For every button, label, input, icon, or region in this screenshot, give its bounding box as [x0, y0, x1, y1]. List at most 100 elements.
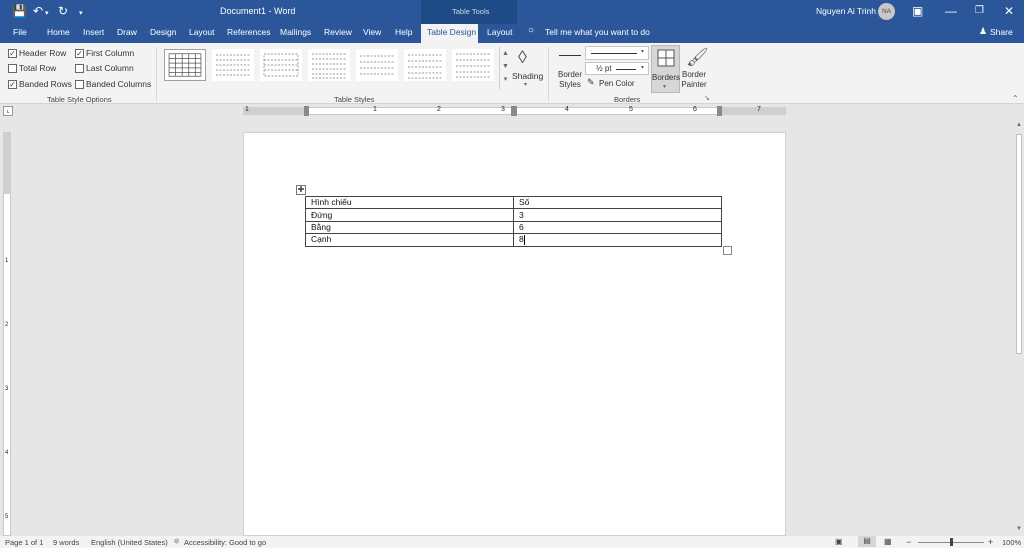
page-count[interactable]: Page 1 of 1	[5, 538, 43, 547]
tab-review[interactable]: Review	[324, 27, 352, 37]
table-cell[interactable]: Bằng	[305, 220, 514, 235]
redo-icon[interactable]: ↻	[58, 4, 68, 18]
shading-button[interactable]: Shading	[512, 71, 543, 81]
right-column-marker[interactable]	[717, 106, 722, 116]
borders-dialog-launcher-icon[interactable]: ↘	[704, 94, 710, 102]
banded-rows-label: Banded Rows	[19, 79, 72, 89]
table-style-grid-selected[interactable]	[164, 49, 206, 81]
minimize-icon[interactable]: —	[945, 4, 957, 18]
table-row: Cạnh 8	[305, 233, 722, 247]
tab-references[interactable]: References	[227, 27, 270, 37]
accessibility-status[interactable]: Accessibility: Good to go	[184, 538, 266, 547]
table-cell[interactable]: 3	[513, 208, 722, 222]
table-style-plain-5[interactable]	[404, 49, 446, 81]
document-table[interactable]: Hình chiếu Số Đứng 3 Bằng 6 Cạnh 8	[305, 195, 722, 247]
shading-dropdown-icon[interactable]: ▾	[524, 81, 527, 88]
scroll-up-icon[interactable]: ▲	[1016, 122, 1022, 128]
table-resize-handle[interactable]	[723, 246, 732, 255]
read-mode-icon[interactable]: ▣	[835, 537, 843, 546]
tab-selector-icon[interactable]: ⌞	[3, 106, 13, 116]
restore-icon[interactable]: ❐	[975, 4, 984, 18]
border-painter-button[interactable]: Border Painter	[681, 70, 707, 90]
shading-bucket-icon[interactable]: ◊	[518, 47, 527, 68]
line-style-select[interactable]: ▾	[585, 46, 649, 60]
table-cell[interactable]: Hình chiếu	[305, 195, 514, 210]
table-style-plain-1[interactable]	[212, 49, 254, 81]
borders-dropdown-icon[interactable]: ▾	[663, 83, 666, 90]
scrollbar-thumb[interactable]	[1016, 134, 1022, 354]
zoom-level[interactable]: 100%	[1002, 538, 1021, 547]
tab-table-design-active[interactable]: Table Design	[421, 24, 478, 43]
scroll-down-icon[interactable]: ▼	[1016, 526, 1022, 532]
print-layout-icon[interactable]: ▤	[858, 536, 876, 547]
table-cell[interactable]: Số	[513, 195, 722, 210]
gallery-scroll-controls[interactable]: ▲ ▼ ▾	[499, 47, 511, 89]
table-style-plain-3[interactable]	[308, 49, 350, 81]
table-cell[interactable]: 6	[513, 220, 722, 235]
tab-layout[interactable]: Layout	[189, 27, 215, 37]
lightbulb-icon: ○	[528, 25, 535, 36]
undo-icon[interactable]: ↶	[33, 4, 43, 18]
vruler-top-margin	[3, 132, 11, 194]
tab-file[interactable]: File	[13, 27, 27, 37]
table-style-plain-4[interactable]	[356, 49, 398, 81]
ruler-num: 7	[757, 106, 761, 113]
user-name[interactable]: Nguyen Ai Trinh	[816, 6, 876, 16]
line-weight-select[interactable]: ½ pt ▾	[585, 62, 649, 75]
tab-draw[interactable]: Draw	[117, 27, 137, 37]
banded-rows-checkbox[interactable]: ✓	[8, 80, 17, 89]
zoom-in-icon[interactable]: +	[988, 537, 993, 547]
line-style-dropdown-icon[interactable]: ▾	[641, 48, 644, 55]
undo-dropdown-icon[interactable]: ▾	[45, 7, 49, 21]
pen-color-button[interactable]: Pen Color	[599, 79, 635, 88]
save-icon[interactable]: 💾	[12, 4, 27, 18]
tab-design[interactable]: Design	[150, 27, 176, 37]
borders-grid-icon	[657, 49, 675, 67]
tab-insert[interactable]: Insert	[83, 27, 104, 37]
tell-me-search[interactable]: Tell me what you want to do	[545, 27, 650, 37]
vertical-scrollbar[interactable]: ▲ ▼	[1014, 118, 1024, 536]
share-icon[interactable]: ♟	[979, 26, 987, 37]
table-row: Đứng 3	[305, 208, 722, 222]
last-column-checkbox[interactable]	[75, 64, 84, 73]
table-move-handle-icon[interactable]: ✚	[296, 185, 306, 195]
tab-home[interactable]: Home	[47, 27, 70, 37]
share-button[interactable]: Share	[990, 27, 1013, 37]
avatar[interactable]: NA	[878, 3, 895, 20]
table-cell[interactable]: Cạnh	[305, 233, 514, 247]
left-column-marker[interactable]	[304, 106, 309, 116]
customize-qat-icon[interactable]: ▾	[79, 7, 83, 21]
first-column-checkbox[interactable]: ✓	[75, 49, 84, 58]
table-style-plain-6[interactable]	[452, 49, 494, 81]
border-styles-button[interactable]: Border Styles	[555, 70, 585, 90]
tab-table-layout[interactable]: Layout	[487, 27, 513, 37]
word-count[interactable]: 9 words	[53, 538, 79, 547]
web-layout-icon[interactable]: ▦	[884, 537, 892, 546]
border-painter-icon[interactable]: 🖌	[686, 47, 709, 68]
banded-columns-checkbox[interactable]	[75, 80, 84, 89]
banded-columns-label: Banded Columns	[86, 79, 152, 89]
pen-color-icon[interactable]: ✎	[587, 77, 595, 88]
accessibility-icon[interactable]: ⚛	[173, 537, 180, 546]
table-cell[interactable]: Đứng	[305, 208, 514, 222]
borders-button-highlight[interactable]: Borders ▾	[651, 45, 680, 93]
tab-help[interactable]: Help	[395, 27, 412, 37]
table-style-plain-2[interactable]	[260, 49, 302, 81]
language-indicator[interactable]: English (United States)	[91, 538, 168, 547]
tab-table-design[interactable]: Table Design	[427, 27, 476, 37]
total-row-checkbox[interactable]	[8, 64, 17, 73]
tab-mailings[interactable]: Mailings	[280, 27, 311, 37]
table-cell[interactable]: 8	[513, 233, 722, 247]
tab-view[interactable]: View	[363, 27, 381, 37]
header-row-checkbox[interactable]: ✓	[8, 49, 17, 58]
collapse-ribbon-icon[interactable]: ⌃	[1012, 94, 1019, 103]
document-page[interactable]	[243, 132, 786, 536]
close-icon[interactable]: ✕	[1004, 4, 1014, 18]
line-weight-dropdown-icon[interactable]: ▾	[641, 64, 644, 71]
zoom-out-icon[interactable]: −	[906, 537, 911, 547]
zoom-slider-thumb[interactable]	[950, 538, 953, 546]
column-marker[interactable]	[511, 106, 517, 116]
group-divider	[156, 47, 157, 101]
ribbon-display-icon[interactable]: ▣	[912, 4, 923, 18]
document-title: Document1 - Word	[220, 6, 296, 16]
